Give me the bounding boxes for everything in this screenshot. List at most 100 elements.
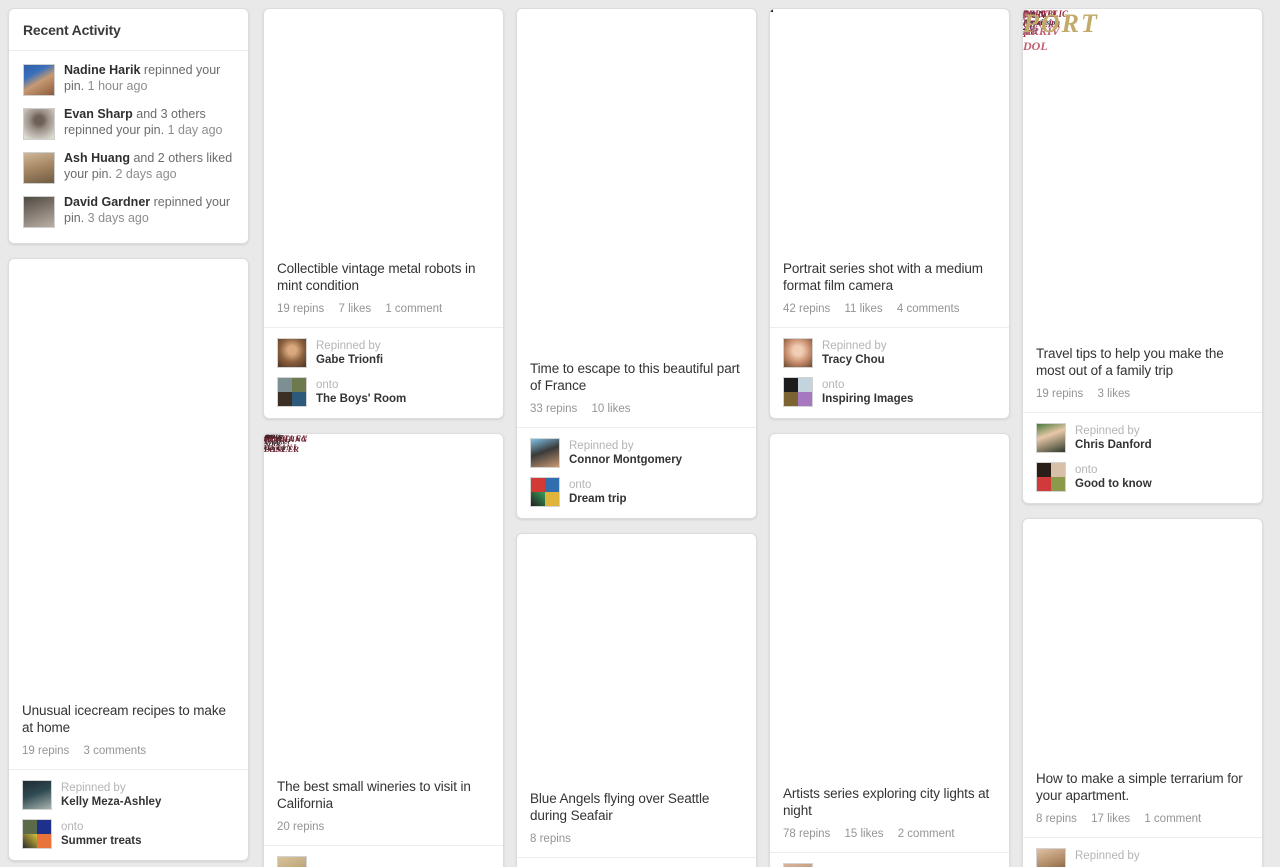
pin-title[interactable]: Blue Angels flying over Seattle during S… [530, 790, 743, 824]
like-count: 3 likes [1097, 388, 1131, 400]
pin-card-wineries[interactable]: HARTLEY OSTINI HP 20 09 HITCHING POST CO… [263, 433, 504, 867]
pin-image[interactable] [264, 9, 503, 249]
pin-stats: 19 repins 3 comments [22, 745, 235, 757]
board-row[interactable]: onto Good to know [1036, 462, 1249, 492]
repinner-meta: Repinned by [1075, 848, 1140, 863]
repinner-name[interactable]: Gabe Trionfi [316, 354, 383, 366]
comment-count: 3 comments [83, 745, 147, 757]
pin-card-citylights[interactable]: Artists series exploring city lights at … [769, 433, 1010, 867]
board-row[interactable]: onto Inspiring Images [783, 377, 996, 407]
repinner-meta: Repinned by Connor Montgomery [569, 438, 682, 467]
activity-text: Nadine Harik repinned your pin. 1 hour a… [64, 62, 234, 94]
pin-attribution [770, 852, 1009, 867]
board-row[interactable]: onto The Boys' Room [277, 377, 490, 407]
board-meta: onto Summer treats [61, 819, 142, 848]
pin-column-2: Collectible vintage metal robots in mint… [263, 8, 504, 867]
pin-title[interactable]: Time to escape to this beautiful part of… [530, 360, 743, 394]
repinned-by-label: Repinned by [316, 340, 381, 352]
pin-title[interactable]: The best small wineries to visit in Cali… [277, 778, 490, 812]
board-thumbnail [1036, 462, 1066, 492]
repin-count: 19 repins [22, 745, 70, 757]
pin-title[interactable]: Collectible vintage metal robots in mint… [277, 260, 490, 294]
pin-card-icecream[interactable]: Unusual icecream recipes to make at home… [8, 258, 249, 861]
board-name[interactable]: Inspiring Images [822, 393, 913, 405]
activity-item[interactable]: Nadine Harik repinned your pin. 1 hour a… [9, 57, 248, 101]
activity-time: 1 hour ago [87, 78, 148, 93]
pin-attribution: Repinned by Tracy Chou onto Inspiring Im… [770, 327, 1009, 418]
board-name[interactable]: The Boys' Room [316, 393, 406, 405]
comment-count: 1 comment [385, 303, 443, 315]
board-name[interactable]: Dream trip [569, 493, 627, 505]
pin-title[interactable]: Portrait series shot with a medium forma… [783, 260, 996, 294]
pin-image[interactable] [517, 9, 756, 349]
activity-text: Evan Sharp and 3 others repinned your pi… [64, 106, 234, 138]
pin-column-1: Recent Activity Nadine Harik repinned yo… [8, 8, 249, 867]
pin-title[interactable]: Artists series exploring city lights at … [783, 785, 996, 819]
pin-stats: 78 repins 15 likes 2 comment [783, 828, 996, 840]
board-name[interactable]: Summer treats [61, 835, 142, 847]
repinner-name[interactable]: Tracy Chou [822, 354, 885, 366]
repin-count: 42 repins [783, 303, 831, 315]
pin-image[interactable] [517, 534, 756, 779]
repinner-name[interactable]: Connor Montgomery [569, 454, 682, 466]
pin-stats: 42 repins 11 likes 4 comments [783, 303, 996, 315]
pin-card-travel[interactable]: REPUBLIC OF INDONESIA On Arrival And lin… [1022, 8, 1263, 504]
pin-title[interactable]: How to make a simple terrarium for your … [1036, 770, 1249, 804]
activity-text: David Gardner repinned your pin. 3 days … [64, 194, 234, 226]
recent-activity-title: Recent Activity [9, 9, 248, 51]
pin-card-robots[interactable]: Collectible vintage metal robots in mint… [263, 8, 504, 419]
repinned-by-label: Repinned by [822, 340, 887, 352]
pin-attribution: Repinned by Kelly Meza-Ashley onto Summe… [9, 769, 248, 860]
activity-item[interactable]: Ash Huang and 2 others liked your pin. 2… [9, 145, 248, 189]
pin-image[interactable]: REPUBLIC OF INDONESIA On Arrival And lin… [1023, 9, 1262, 334]
pin-card-france[interactable]: Time to escape to this beautiful part of… [516, 8, 757, 519]
pin-card-terrarium[interactable]: How to make a simple terrarium for your … [1022, 518, 1263, 867]
pin-image[interactable] [770, 434, 1009, 774]
board-thumbnail [22, 819, 52, 849]
repin-count: 19 repins [277, 303, 325, 315]
avatar [277, 338, 307, 368]
board-row[interactable]: onto Summer treats [22, 819, 235, 849]
repinner-row[interactable]: Repinned by Chris Danford [1036, 423, 1249, 453]
repinner-name[interactable]: Chris Danford [1075, 439, 1152, 451]
pin-stats: 8 repins 17 likes 1 comment [1036, 813, 1249, 825]
pin-image[interactable] [770, 9, 1009, 249]
board-thumbnail [783, 377, 813, 407]
board-name[interactable]: Good to know [1075, 478, 1152, 490]
repinned-by-label: Repinned by [569, 440, 634, 452]
repinner-row[interactable]: Repinned by Connor Montgomery [530, 438, 743, 468]
pin-card-blueangels[interactable]: Blue Angels flying over Seattle during S… [516, 533, 757, 867]
pin-attribution: Repinned by Connor Montgomery onto Dream… [517, 427, 756, 518]
activity-item[interactable]: Evan Sharp and 3 others repinned your pi… [9, 101, 248, 145]
pin-image[interactable]: HARTLEY OSTINI HP 20 09 HITCHING POST CO… [264, 434, 503, 767]
activity-user: David Gardner [64, 195, 151, 209]
repinner-row[interactable]: Repinned by Tracy Chou [783, 338, 996, 368]
board-meta: onto Inspiring Images [822, 377, 913, 406]
pin-card-camera[interactable]: Portrait series shot with a medium forma… [769, 8, 1010, 419]
repinner-row[interactable] [277, 856, 490, 867]
activity-time: 1 day ago [167, 122, 223, 137]
repinner-row[interactable]: Repinned by [1036, 848, 1249, 867]
avatar [22, 780, 52, 810]
pin-image[interactable] [9, 259, 248, 691]
repinner-row[interactable] [783, 863, 996, 867]
avatar [23, 152, 55, 184]
repinner-row[interactable]: Repinned by Kelly Meza-Ashley [22, 780, 235, 810]
pin-title[interactable]: Unusual icecream recipes to make at home [22, 702, 235, 736]
activity-item[interactable]: David Gardner repinned your pin. 3 days … [9, 189, 248, 233]
pin-image[interactable] [1023, 519, 1262, 759]
activity-user: Nadine Harik [64, 63, 141, 77]
repinned-by-label: Repinned by [61, 782, 126, 794]
pin-stats: 19 repins 7 likes 1 comment [277, 303, 490, 315]
board-row[interactable]: onto Dream trip [530, 477, 743, 507]
repinner-row[interactable]: Repinned by Gabe Trionfi [277, 338, 490, 368]
board-meta: onto The Boys' Room [316, 377, 406, 406]
repinner-name[interactable]: Kelly Meza-Ashley [61, 796, 161, 808]
avatar [23, 196, 55, 228]
repin-count: 33 repins [530, 403, 578, 415]
activity-time: 3 days ago [87, 210, 149, 225]
repinner-meta: Repinned by Tracy Chou [822, 338, 887, 367]
pin-title[interactable]: Travel tips to help you make the most ou… [1036, 345, 1249, 379]
avatar [1036, 848, 1066, 867]
avatar [783, 338, 813, 368]
